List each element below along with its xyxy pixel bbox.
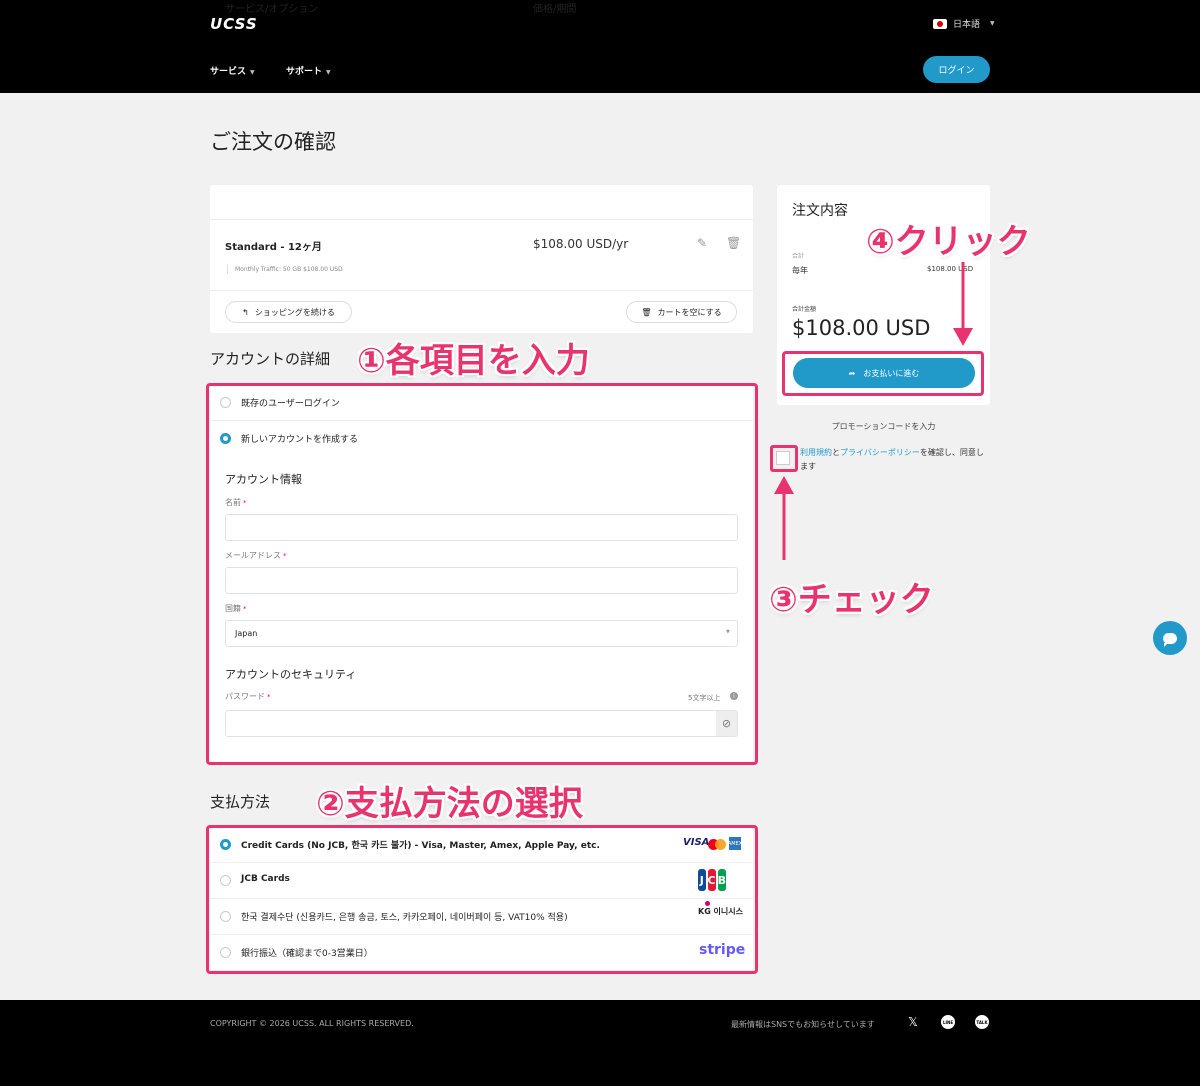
- arrow-up-to-checkbox: [774, 476, 794, 560]
- annotation-arrows: [774, 262, 973, 560]
- arrow-down-to-checkout: [953, 262, 973, 346]
